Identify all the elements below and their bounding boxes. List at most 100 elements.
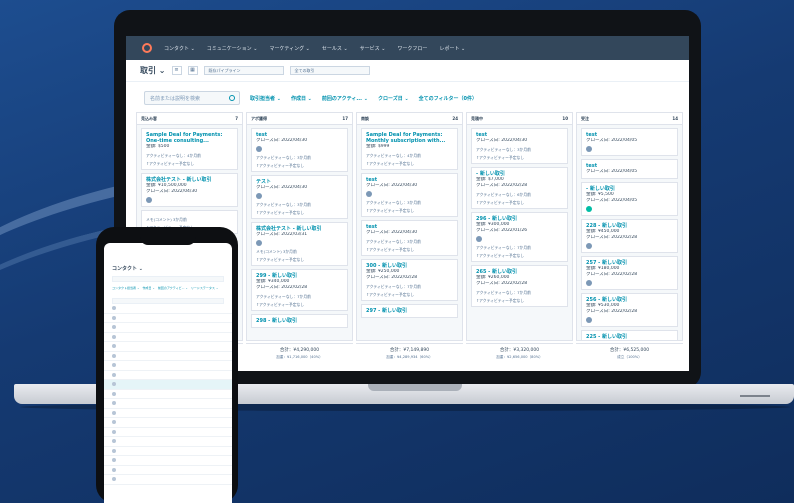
deal-card[interactable]: 298 - 新しい取引 [251,314,348,328]
filter-created[interactable]: 作成日 ⌄ [291,95,312,102]
deal-card[interactable]: test クローズ日: 2022/04/30 アクティビティーなし：3か月前 ↑アクテ… [361,220,458,256]
deal-card[interactable]: test クローズ日: 2022/04/05 [581,128,678,156]
column-count: 24 [452,116,458,121]
deal-activity: ↑アクティビティー予定なし [256,163,305,168]
phone-filter-bar[interactable]: コンタクト担当者 ⌄ 作成日 ⌄ 前回のアクティビ... ⌄ リードステータス … [104,282,232,294]
table-row[interactable] [104,475,232,485]
avatar-icon [256,146,262,152]
table-row[interactable] [104,371,232,380]
table-row[interactable] [104,437,232,447]
column-name: 受注 [581,115,589,121]
deal-activity: ↑アクティビティー予定なし [256,302,305,307]
deal-activity: アクティビティーなし：7か月前 [256,294,311,299]
avatar-icon [112,334,116,339]
search-icon[interactable] [229,95,235,101]
deal-card[interactable]: 296 - 新しい取引 金額: ¥300,000 クローズ日: 2022/01/26… [471,212,568,262]
deal-activity: ↑アクティビティー予定なし [366,161,415,166]
deal-detail: クローズ日: 2022/04/30 [256,185,308,190]
deal-title[interactable]: Sample Deal for Payments: Monthly subscr… [366,132,453,144]
table-row[interactable] [104,428,232,437]
deal-detail: クローズ日: 2022/04/30 [476,138,528,143]
avatar-icon [586,280,592,286]
deal-detail: クローズ日: 2022/03/31 [256,232,308,237]
nav-item-communication[interactable]: コミュニケーション ⌄ [207,45,258,52]
deal-detail: クローズ日: 2022/02/28 [586,235,638,240]
table-row[interactable] [104,361,232,371]
avatar-icon [586,206,592,212]
deal-card[interactable]: 株式会社テスト - 新しい取引 金額: ¥10,500,000 クローズ日: 202… [141,173,238,207]
deal-card[interactable]: 256 - 新しい取引 金額: ¥530,000 クローズ日: 2022/02/28 [581,293,678,327]
nav-item-reports[interactable]: レポート ⌄ [439,45,465,52]
column-count: 10 [562,116,568,121]
column-header: 商談 24 [357,113,462,125]
pipeline-select[interactable]: 既存パイプライン [203,66,284,75]
deal-card[interactable]: 300 - 新しい取引 金額: ¥250,000 クローズ日: 2022/02/28… [361,259,458,301]
filter-close-date[interactable]: クローズ日 ⌄ [378,95,409,102]
total-weighted: 加重：¥1,716,000（40%） [276,355,323,359]
table-row[interactable] [104,399,232,409]
deal-detail: クローズ日: 2022/04/30 [366,230,418,235]
table-row[interactable] [104,352,232,361]
table-row[interactable] [104,390,232,399]
deal-card[interactable]: test クローズ日: 2022/04/30 アクティビティーなし：3か月前 ↑アクテ… [471,128,568,164]
avatar-icon [112,401,116,406]
filter-all[interactable]: 全てのフィルター（0件） [419,95,477,102]
deal-title[interactable]: 298 - 新しい取引 [256,318,343,324]
deal-card[interactable]: 265 - 新しい取引 金額: ¥260,000 クローズ日: 2022/02/28… [471,265,568,307]
list-view-icon[interactable]: ≡ [171,66,182,75]
deal-card[interactable]: 299 - 新しい取引 金額: ¥340,000 クローズ日: 2022/02/28… [251,269,348,311]
deal-detail: クローズ日: 2022/02/28 [366,275,418,280]
filter-owner[interactable]: 取引担当者 ⌄ [250,95,281,102]
avatar-icon [112,353,116,358]
deal-card[interactable]: test クローズ日: 2022/04/05 [581,159,678,179]
avatar-icon [112,391,116,396]
deal-detail: クローズ日: 2022/04/05 [586,138,638,143]
deal-card[interactable]: test クローズ日: 2022/04/30 アクティビティーなし：3か月前 ↑アクテ… [361,173,458,217]
board-view-icon[interactable]: ▦ [187,66,198,75]
hubspot-logo-icon[interactable] [142,43,152,53]
table-row[interactable] [104,342,232,352]
deal-card[interactable]: Sample Deal for Payments: One-time consu… [141,128,238,170]
nav-item-workflow[interactable]: ワークフロー [397,45,427,52]
owner-select[interactable]: 全ての取引 [289,66,370,75]
deal-card[interactable]: 225 - 新しい取引 [581,330,678,340]
nav-item-sales[interactable]: セールス ⌄ [322,45,348,52]
deal-card[interactable]: テスト クローズ日: 2022/04/30 アクティビティーなし：3か月前 ↑アクティ… [251,175,348,219]
deal-card[interactable]: 株式会社テスト - 新しい取引 クローズ日: 2022/03/31 メモ(コメント)… [251,222,348,266]
deal-card[interactable]: - 新しい取引 金額: $7,000 クローズ日: 2022/02/28 アクティビテ… [471,167,568,209]
phone-page-title[interactable]: コンタクト ⌄ [104,243,232,272]
table-row[interactable] [104,333,232,342]
column-name: 見込み客 [141,115,157,121]
deal-title[interactable]: Sample Deal for Payments: One-time consu… [146,132,233,144]
filter-last-activity[interactable]: 前回のアクティ... ⌄ [322,95,368,102]
avatar-icon [256,240,262,246]
table-row[interactable] [104,466,232,475]
table-row[interactable] [104,323,232,333]
search-input[interactable]: 名前または説明を検索 [144,91,240,105]
avatar-icon [112,363,116,368]
table-row[interactable] [104,447,232,456]
deal-card[interactable]: Sample Deal for Payments: Monthly subscr… [361,128,458,170]
nav-item-marketing[interactable]: マーケティング ⌄ [269,45,309,52]
deal-activity: アクティビティーなし：4か月前 [366,153,421,158]
table-row[interactable] [104,418,232,428]
deal-card[interactable]: 297 - 新しい取引 [361,304,458,318]
table-row[interactable] [104,409,232,418]
page-title[interactable]: 取引 ⌄ [140,65,166,76]
deal-activity: アクティビティーなし：4か月前 [146,153,201,158]
avatar-icon [112,306,116,311]
deal-card[interactable]: 228 - 新しい取引 金額: ¥450,000 クローズ日: 2022/02/28 [581,219,678,253]
table-row[interactable] [104,304,232,314]
deal-card[interactable]: - 新しい取引 金額: ¥5,500 クローズ日: 2022/04/05 [581,182,678,216]
nav-item-service[interactable]: サービス ⌄ [360,45,386,52]
deal-detail: クローズ日: 2022/04/30 [256,138,308,143]
deal-card[interactable]: 257 - 新しい取引 金額: ¥180,000 クローズ日: 2022/02/28 [581,256,678,290]
table-row[interactable] [104,456,232,466]
deal-card[interactable]: test クローズ日: 2022/04/30 アクティビティーなし：3か月前 ↑アクテ… [251,128,348,172]
deal-detail: クローズ日: 2022/02/28 [476,183,528,188]
deal-title[interactable]: 297 - 新しい取引 [366,308,453,314]
table-row[interactable] [104,380,232,390]
table-row[interactable] [104,314,232,323]
deal-title[interactable]: 225 - 新しい取引 [586,334,673,340]
nav-item-contacts[interactable]: コンタクト ⌄ [164,45,195,52]
